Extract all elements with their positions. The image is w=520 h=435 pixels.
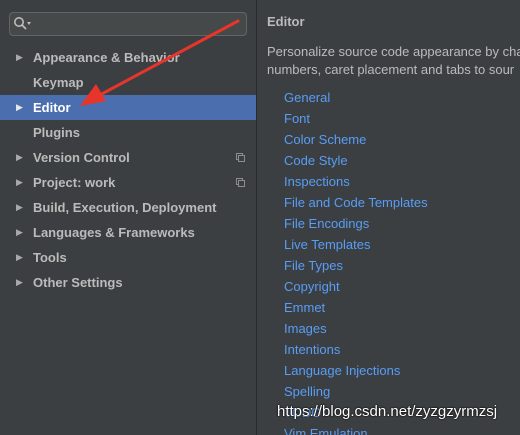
description-line: Personalize source code appearance by ch… <box>267 44 520 59</box>
search-input[interactable] <box>36 15 241 33</box>
watermark: https://blog.csdn.net/zyzgzyrmzsj <box>277 403 498 420</box>
expand-arrow-icon[interactable]: ▶ <box>16 245 26 270</box>
sidebar-item-label: Keymap <box>33 75 84 90</box>
link-intentions[interactable]: Intentions <box>284 339 428 360</box>
page-description: Personalize source code appearance by ch… <box>267 43 520 79</box>
sidebar-item-appearance-behavior[interactable]: ▶ Appearance & Behavior <box>0 45 256 70</box>
expand-arrow-icon[interactable]: ▶ <box>16 45 26 70</box>
expand-arrow-icon[interactable]: ▶ <box>16 170 26 195</box>
sidebar-item-label: Editor <box>33 100 71 115</box>
expand-arrow-icon[interactable]: ▶ <box>16 95 26 120</box>
expand-arrow-icon[interactable]: ▶ <box>16 145 26 170</box>
link-language-injections[interactable]: Language Injections <box>284 360 428 381</box>
link-code-style[interactable]: Code Style <box>284 150 428 171</box>
sidebar-item-label: Other Settings <box>33 275 123 290</box>
settings-content: Editor Personalize source code appearanc… <box>257 0 520 435</box>
expand-arrow-icon[interactable]: ▶ <box>16 270 26 295</box>
sidebar-item-keymap[interactable]: Keymap <box>0 70 256 95</box>
chevron-down-icon <box>27 22 31 25</box>
sidebar-item-build-execution-deployment[interactable]: ▶ Build, Execution, Deployment <box>0 195 256 220</box>
sidebar-item-label: Project: work <box>33 175 116 190</box>
link-live-templates[interactable]: Live Templates <box>284 234 428 255</box>
link-emmet[interactable]: Emmet <box>284 297 428 318</box>
link-spelling[interactable]: Spelling <box>284 381 428 402</box>
link-general[interactable]: General <box>284 87 428 108</box>
link-file-encodings[interactable]: File Encodings <box>284 213 428 234</box>
link-color-scheme[interactable]: Color Scheme <box>284 129 428 150</box>
settings-sidebar: ▶ Appearance & Behavior Keymap ▶ Editor Plugi… <box>0 0 256 435</box>
sidebar-item-label: Languages & Frameworks <box>33 225 195 240</box>
sidebar-item-label: Build, Execution, Deployment <box>33 200 217 215</box>
search-field[interactable] <box>9 12 247 36</box>
sidebar-item-label: Version Control <box>33 150 130 165</box>
link-file-and-code-templates[interactable]: File and Code Templates <box>284 192 428 213</box>
sidebar-item-plugins[interactable]: Plugins <box>0 120 256 145</box>
expand-arrow-icon[interactable]: ▶ <box>16 195 26 220</box>
settings-tree: ▶ Appearance & Behavior Keymap ▶ Editor Plugi… <box>0 45 256 295</box>
link-file-types[interactable]: File Types <box>284 255 428 276</box>
sidebar-item-label: Plugins <box>33 125 80 140</box>
project-level-icon <box>236 178 245 187</box>
link-inspections[interactable]: Inspections <box>284 171 428 192</box>
sidebar-item-label: Tools <box>33 250 67 265</box>
link-copyright[interactable]: Copyright <box>284 276 428 297</box>
sidebar-item-editor[interactable]: ▶ Editor <box>0 95 256 120</box>
page-title: Editor <box>267 14 305 29</box>
sidebar-item-project-work[interactable]: ▶ Project: work <box>0 170 256 195</box>
project-level-icon <box>236 153 245 162</box>
sidebar-item-tools[interactable]: ▶ Tools <box>0 245 256 270</box>
description-line: numbers, caret placement and tabs to sou… <box>267 62 515 77</box>
sidebar-item-languages-frameworks[interactable]: ▶ Languages & Frameworks <box>0 220 256 245</box>
sidebar-item-label: Appearance & Behavior <box>33 50 180 65</box>
sidebar-item-version-control[interactable]: ▶ Version Control <box>0 145 256 170</box>
link-images[interactable]: Images <box>284 318 428 339</box>
editor-sections-list: General Font Color Scheme Code Style Inspect… <box>284 87 428 435</box>
sidebar-item-other-settings[interactable]: ▶ Other Settings <box>0 270 256 295</box>
expand-arrow-icon[interactable]: ▶ <box>16 220 26 245</box>
link-vim-emulation[interactable]: Vim Emulation <box>284 423 428 435</box>
search-icon[interactable] <box>13 16 33 32</box>
link-font[interactable]: Font <box>284 108 428 129</box>
